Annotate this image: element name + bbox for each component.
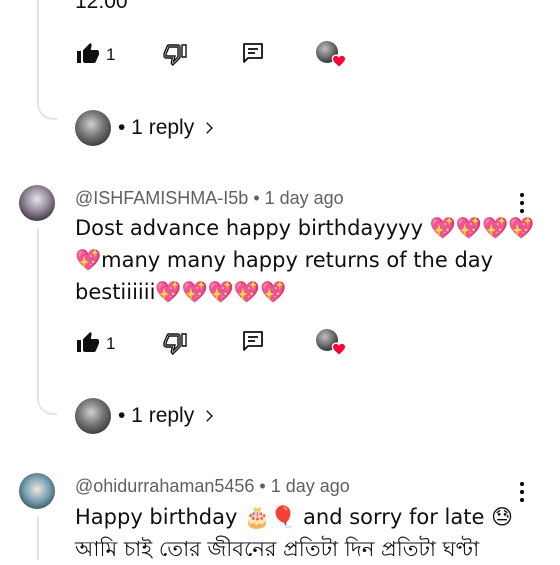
- more-vert-icon: [519, 192, 525, 214]
- comment-time: • 1 day ago: [253, 188, 344, 208]
- comment-author[interactable]: @ISHFAMISHMA-I5b: [75, 188, 248, 208]
- like-button[interactable]: [76, 331, 100, 355]
- chevron-right-icon: [206, 122, 214, 134]
- reply-avatar: [75, 398, 111, 434]
- thumbs-up-icon: [77, 332, 99, 352]
- creator-heart[interactable]: [316, 329, 348, 357]
- comment-line: bestiiiiii💖💖💖💖💖: [75, 280, 287, 304]
- reply-button[interactable]: [241, 329, 265, 353]
- reply-button[interactable]: [241, 41, 265, 65]
- comment-time: • 1 day ago: [259, 476, 350, 496]
- like-button[interactable]: [76, 42, 100, 66]
- creator-heart-icon: [331, 342, 347, 356]
- replies-label: • 1 reply: [118, 404, 195, 427]
- comment-reply-icon: [243, 43, 263, 63]
- comment-line: আমি চাই তোর জীবনের প্রতিটা দিন প্রতিটা ঘ…: [75, 537, 480, 561]
- thumbs-up-icon: [77, 43, 99, 63]
- more-vert-icon: [519, 481, 525, 503]
- dislike-button[interactable]: [163, 42, 187, 66]
- thumbs-down-icon: [163, 44, 187, 66]
- comment-avatar[interactable]: [19, 185, 55, 221]
- comment-line: Dost advance happy birthdayyyy 💖💖💖💖: [75, 216, 535, 240]
- thumbs-down-icon: [163, 333, 187, 355]
- reply-thread-line: [37, 517, 39, 560]
- view-replies-button[interactable]: • 1 reply: [118, 404, 218, 428]
- replies-label: • 1 reply: [118, 116, 195, 139]
- view-replies-button[interactable]: • 1 reply: [118, 116, 218, 140]
- reply-thread-line: [37, 0, 57, 120]
- more-options-button[interactable]: [512, 481, 532, 503]
- chevron-right-icon: [206, 410, 214, 422]
- comment-text: Happy birthday 🎂🎈 and sorry for late 😓 আ…: [75, 501, 513, 565]
- comment-avatar[interactable]: [19, 473, 55, 509]
- comment-author[interactable]: @ohidurrahaman5456: [75, 476, 254, 496]
- creator-heart[interactable]: [316, 41, 348, 69]
- more-options-button[interactable]: [512, 192, 532, 214]
- reply-avatar: [75, 110, 111, 146]
- like-count: 1: [106, 45, 116, 64]
- comment-text: Dost advance happy birthdayyyy 💖💖💖💖 💖man…: [75, 212, 534, 308]
- dislike-button[interactable]: [163, 331, 187, 355]
- comment-reply-icon: [243, 331, 263, 351]
- comment-header: @ohidurrahaman5456 • 1 day ago: [75, 476, 350, 497]
- comment-line: Happy birthday 🎂🎈 and sorry for late 😓: [75, 505, 513, 529]
- reply-thread-line: [37, 228, 57, 415]
- previous-comment-text: 12:00: [75, 0, 128, 13]
- comment-line: 💖many many happy returns of the day: [75, 248, 494, 272]
- comment-header: @ISHFAMISHMA-I5b • 1 day ago: [75, 188, 344, 209]
- like-count: 1: [106, 334, 116, 353]
- creator-heart-icon: [331, 54, 347, 68]
